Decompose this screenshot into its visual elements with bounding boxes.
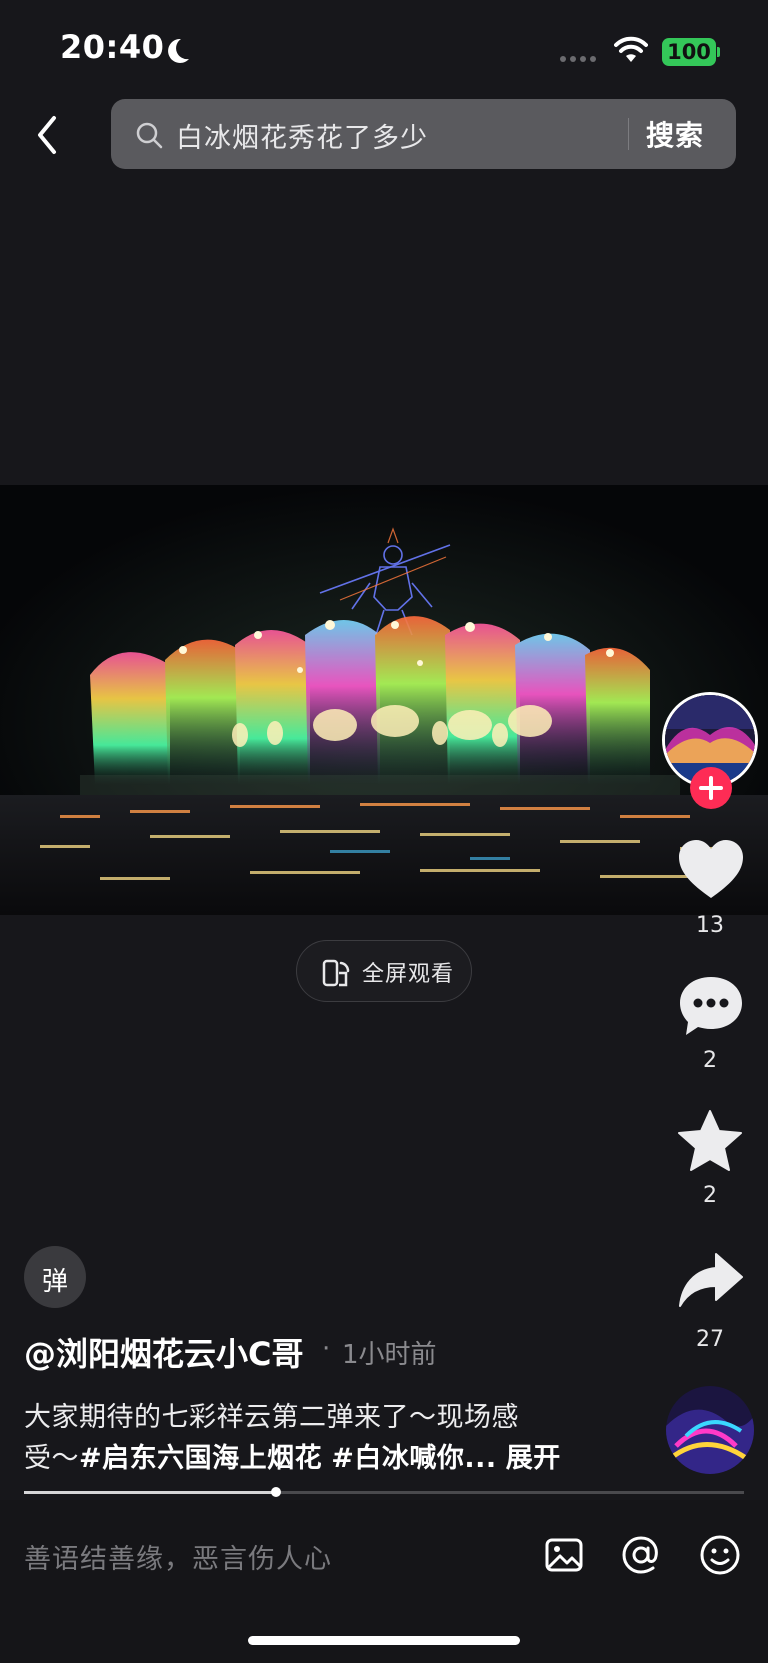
- music-disc[interactable]: [666, 1386, 754, 1474]
- heart-icon[interactable]: [676, 838, 746, 902]
- plus-icon: [699, 776, 723, 800]
- hashtag-link[interactable]: #白冰喊你...: [331, 1443, 496, 1474]
- comment-count: 2: [703, 1048, 717, 1073]
- description-line-2: 受～#启东六国海上烟花 #白冰喊你... 展开: [24, 1436, 561, 1475]
- music-cover-image: [666, 1386, 754, 1474]
- do-not-disturb-moon-icon: [168, 38, 189, 63]
- video-frame-fireworks: [0, 485, 768, 915]
- description-text: 受～: [24, 1443, 79, 1474]
- battery-indicator: 100: [662, 38, 716, 66]
- home-indicator: [248, 1636, 520, 1645]
- search-button[interactable]: 搜索: [646, 114, 704, 154]
- share-count: 27: [696, 1327, 724, 1352]
- search-icon: [136, 122, 163, 149]
- hashtag-link[interactable]: #启东六国海上烟花: [79, 1443, 322, 1474]
- description-line-1: 大家期待的七彩祥云第二弹来了～现场感: [24, 1402, 519, 1433]
- back-arrow-icon[interactable]: [30, 112, 64, 158]
- search-divider: [628, 118, 629, 150]
- video-progress-fill: [24, 1491, 276, 1494]
- battery-tip: [717, 47, 720, 57]
- fullscreen-label: 全屏观看: [362, 962, 455, 987]
- cellular-signal-icon: [560, 56, 596, 62]
- meta-separator: ·: [322, 1334, 331, 1364]
- comment-input[interactable]: 善语结善缘，恶言伤人心: [24, 1537, 332, 1576]
- video-player[interactable]: [0, 485, 768, 915]
- follow-plus-button[interactable]: [690, 767, 732, 809]
- wifi-icon: [614, 36, 648, 62]
- comment-bubble-icon[interactable]: [676, 973, 746, 1039]
- image-icon[interactable]: [544, 1535, 584, 1575]
- share-arrow-icon[interactable]: [676, 1250, 746, 1310]
- expand-button[interactable]: 展开: [506, 1443, 561, 1474]
- danmaku-label: 弹: [41, 1267, 68, 1297]
- favorite-star-icon[interactable]: [676, 1108, 744, 1174]
- status-time: 20:40: [60, 28, 165, 66]
- favorite-count: 2: [703, 1183, 717, 1208]
- post-time: 1小时前: [342, 1340, 437, 1370]
- author-name[interactable]: @浏阳烟花云小C哥: [24, 1329, 304, 1375]
- search-query-text[interactable]: 白冰烟花秀花了多少: [176, 116, 428, 155]
- like-count: 13: [696, 913, 724, 938]
- emoji-icon[interactable]: [698, 1533, 742, 1577]
- mention-at-icon[interactable]: [620, 1534, 662, 1576]
- video-progress-handle[interactable]: [271, 1487, 281, 1497]
- rotate-screen-icon: [322, 959, 350, 987]
